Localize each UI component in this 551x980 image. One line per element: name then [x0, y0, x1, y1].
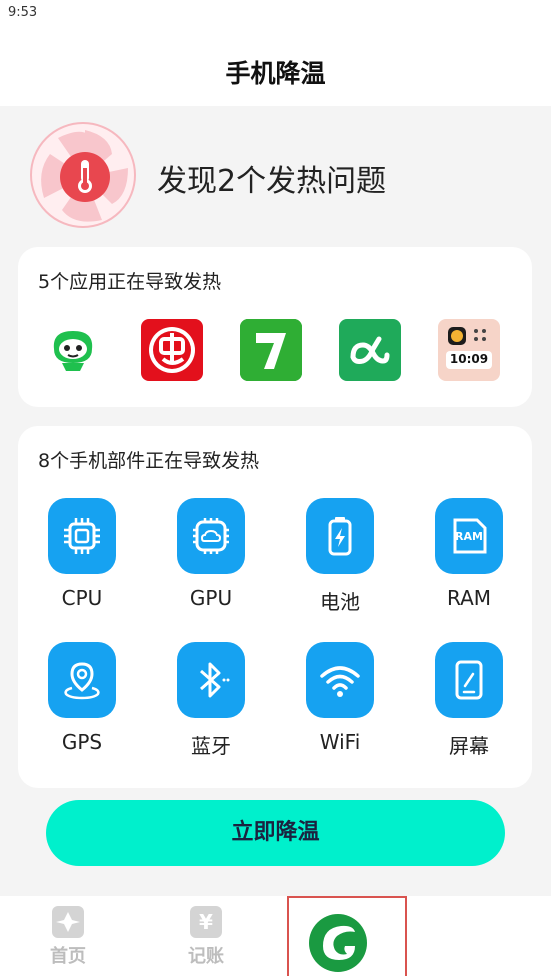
- location-pin-icon: [48, 642, 116, 718]
- bottom-tab-bar: 首页 ¥ 记账: [0, 896, 551, 980]
- yuan-icon: ¥: [190, 906, 222, 938]
- part-label-bluetooth: 蓝牙: [191, 734, 231, 758]
- thermometer-fan-icon: [30, 122, 136, 228]
- heat-problem-headline: 发现2个发热问题: [157, 164, 387, 199]
- wifi-icon: [306, 642, 374, 718]
- tab-home[interactable]: 首页: [28, 906, 108, 968]
- tab-center-highlight[interactable]: [287, 896, 407, 976]
- part-cpu[interactable]: CPU: [32, 498, 132, 610]
- chip-icon: [48, 498, 116, 574]
- battery-icon: [306, 498, 374, 574]
- part-screen[interactable]: 屏幕: [419, 642, 519, 759]
- phone-screen-icon: [435, 642, 503, 718]
- tab-accounting[interactable]: ¥ 记账: [166, 906, 246, 968]
- ram-card-icon: RAM: [435, 498, 503, 574]
- part-ram[interactable]: RAM RAM: [419, 498, 519, 610]
- clock-widget-app-icon[interactable]: 10:09: [438, 319, 500, 381]
- part-label-ram: RAM: [446, 586, 492, 610]
- clock-widget-time: 10:09: [449, 352, 489, 366]
- part-label-gpu: GPU: [189, 586, 233, 610]
- home-icon: [52, 906, 84, 938]
- cloud-chip-icon: [177, 498, 245, 574]
- page-title: 手机降温: [225, 59, 326, 88]
- cool-down-now-button[interactable]: 立即降温: [46, 800, 505, 866]
- app-header: 手机降温: [0, 30, 551, 106]
- status-bar: 9:53: [0, 0, 551, 30]
- tab-home-label: 首页: [50, 946, 86, 967]
- heating-apps-list: 10:09: [18, 319, 532, 381]
- heat-summary: 发现2个发热问题: [30, 122, 530, 228]
- green-seven-app-icon[interactable]: [240, 319, 302, 381]
- yuan-icon-glyph: ¥: [199, 910, 213, 934]
- part-gpu[interactable]: GPU: [161, 498, 261, 610]
- red-character-app-icon[interactable]: [141, 319, 203, 381]
- part-bluetooth[interactable]: 蓝牙: [161, 642, 261, 759]
- part-label-wifi: WiFi: [319, 730, 361, 754]
- bluetooth-icon: [177, 642, 245, 718]
- green-infinity-app-icon[interactable]: [339, 319, 401, 381]
- heating-parts-title: 8个手机部件正在导致发热: [38, 450, 260, 472]
- heating-apps-card: 5个应用正在导致发热 10:09: [18, 247, 532, 407]
- part-label-gps: GPS: [61, 730, 103, 754]
- green-mascot-app-icon[interactable]: [42, 319, 104, 381]
- status-time: 9:53: [8, 5, 38, 20]
- heating-parts-card: 8个手机部件正在导致发热 CPU GPU 电池 RAM RAM GPS 蓝牙 W…: [18, 426, 532, 788]
- part-gps[interactable]: GPS: [32, 642, 132, 754]
- part-label-cpu: CPU: [61, 586, 103, 610]
- leaf-logo-icon: [309, 914, 367, 972]
- part-wifi[interactable]: WiFi: [290, 642, 390, 754]
- part-label-screen: 屏幕: [449, 734, 489, 758]
- part-battery[interactable]: 电池: [290, 498, 390, 615]
- ram-icon-text: RAM: [455, 530, 483, 543]
- part-label-battery: 电池: [320, 590, 360, 614]
- heating-apps-title: 5个应用正在导致发热: [38, 271, 222, 293]
- tab-accounting-label: 记账: [188, 946, 224, 967]
